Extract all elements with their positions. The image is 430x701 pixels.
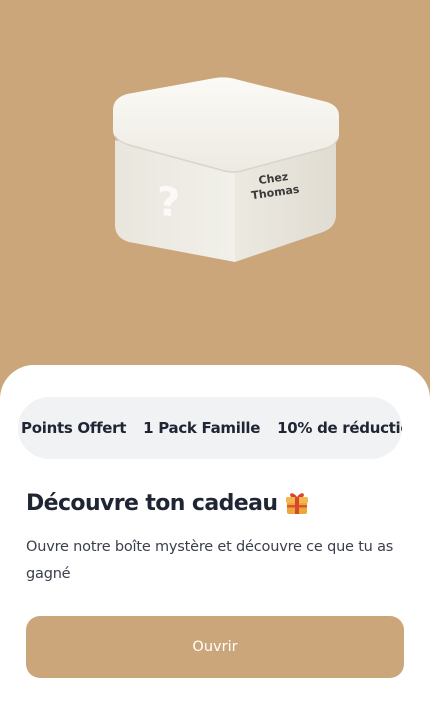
page-title: Découvre ton cadeau xyxy=(26,490,278,516)
title-row: Découvre ton cadeau xyxy=(26,489,311,517)
ticker-item: 5 Points Offert xyxy=(18,419,127,437)
bottom-sheet: 5 Points Offert 1 Pack Famille 10% de ré… xyxy=(0,365,430,701)
rewards-ticker-track: 5 Points Offert 1 Pack Famille 10% de ré… xyxy=(18,397,402,459)
rewards-ticker: 5 Points Offert 1 Pack Famille 10% de ré… xyxy=(18,397,402,459)
gift-icon xyxy=(283,489,311,517)
hero-section: ? Chez Thomas xyxy=(0,0,430,380)
mystery-box-image: ? Chez Thomas xyxy=(95,70,355,280)
ticker-item: 1 Pack Famille xyxy=(143,419,261,437)
question-mark: ? xyxy=(157,179,180,227)
mystery-box-icon: ? Chez Thomas xyxy=(113,77,339,262)
open-button[interactable]: Ouvrir xyxy=(26,616,404,678)
ticker-item: 10% de réduction xyxy=(277,419,402,437)
description-text: Ouvre notre boîte mystère et découvre ce… xyxy=(26,539,394,582)
